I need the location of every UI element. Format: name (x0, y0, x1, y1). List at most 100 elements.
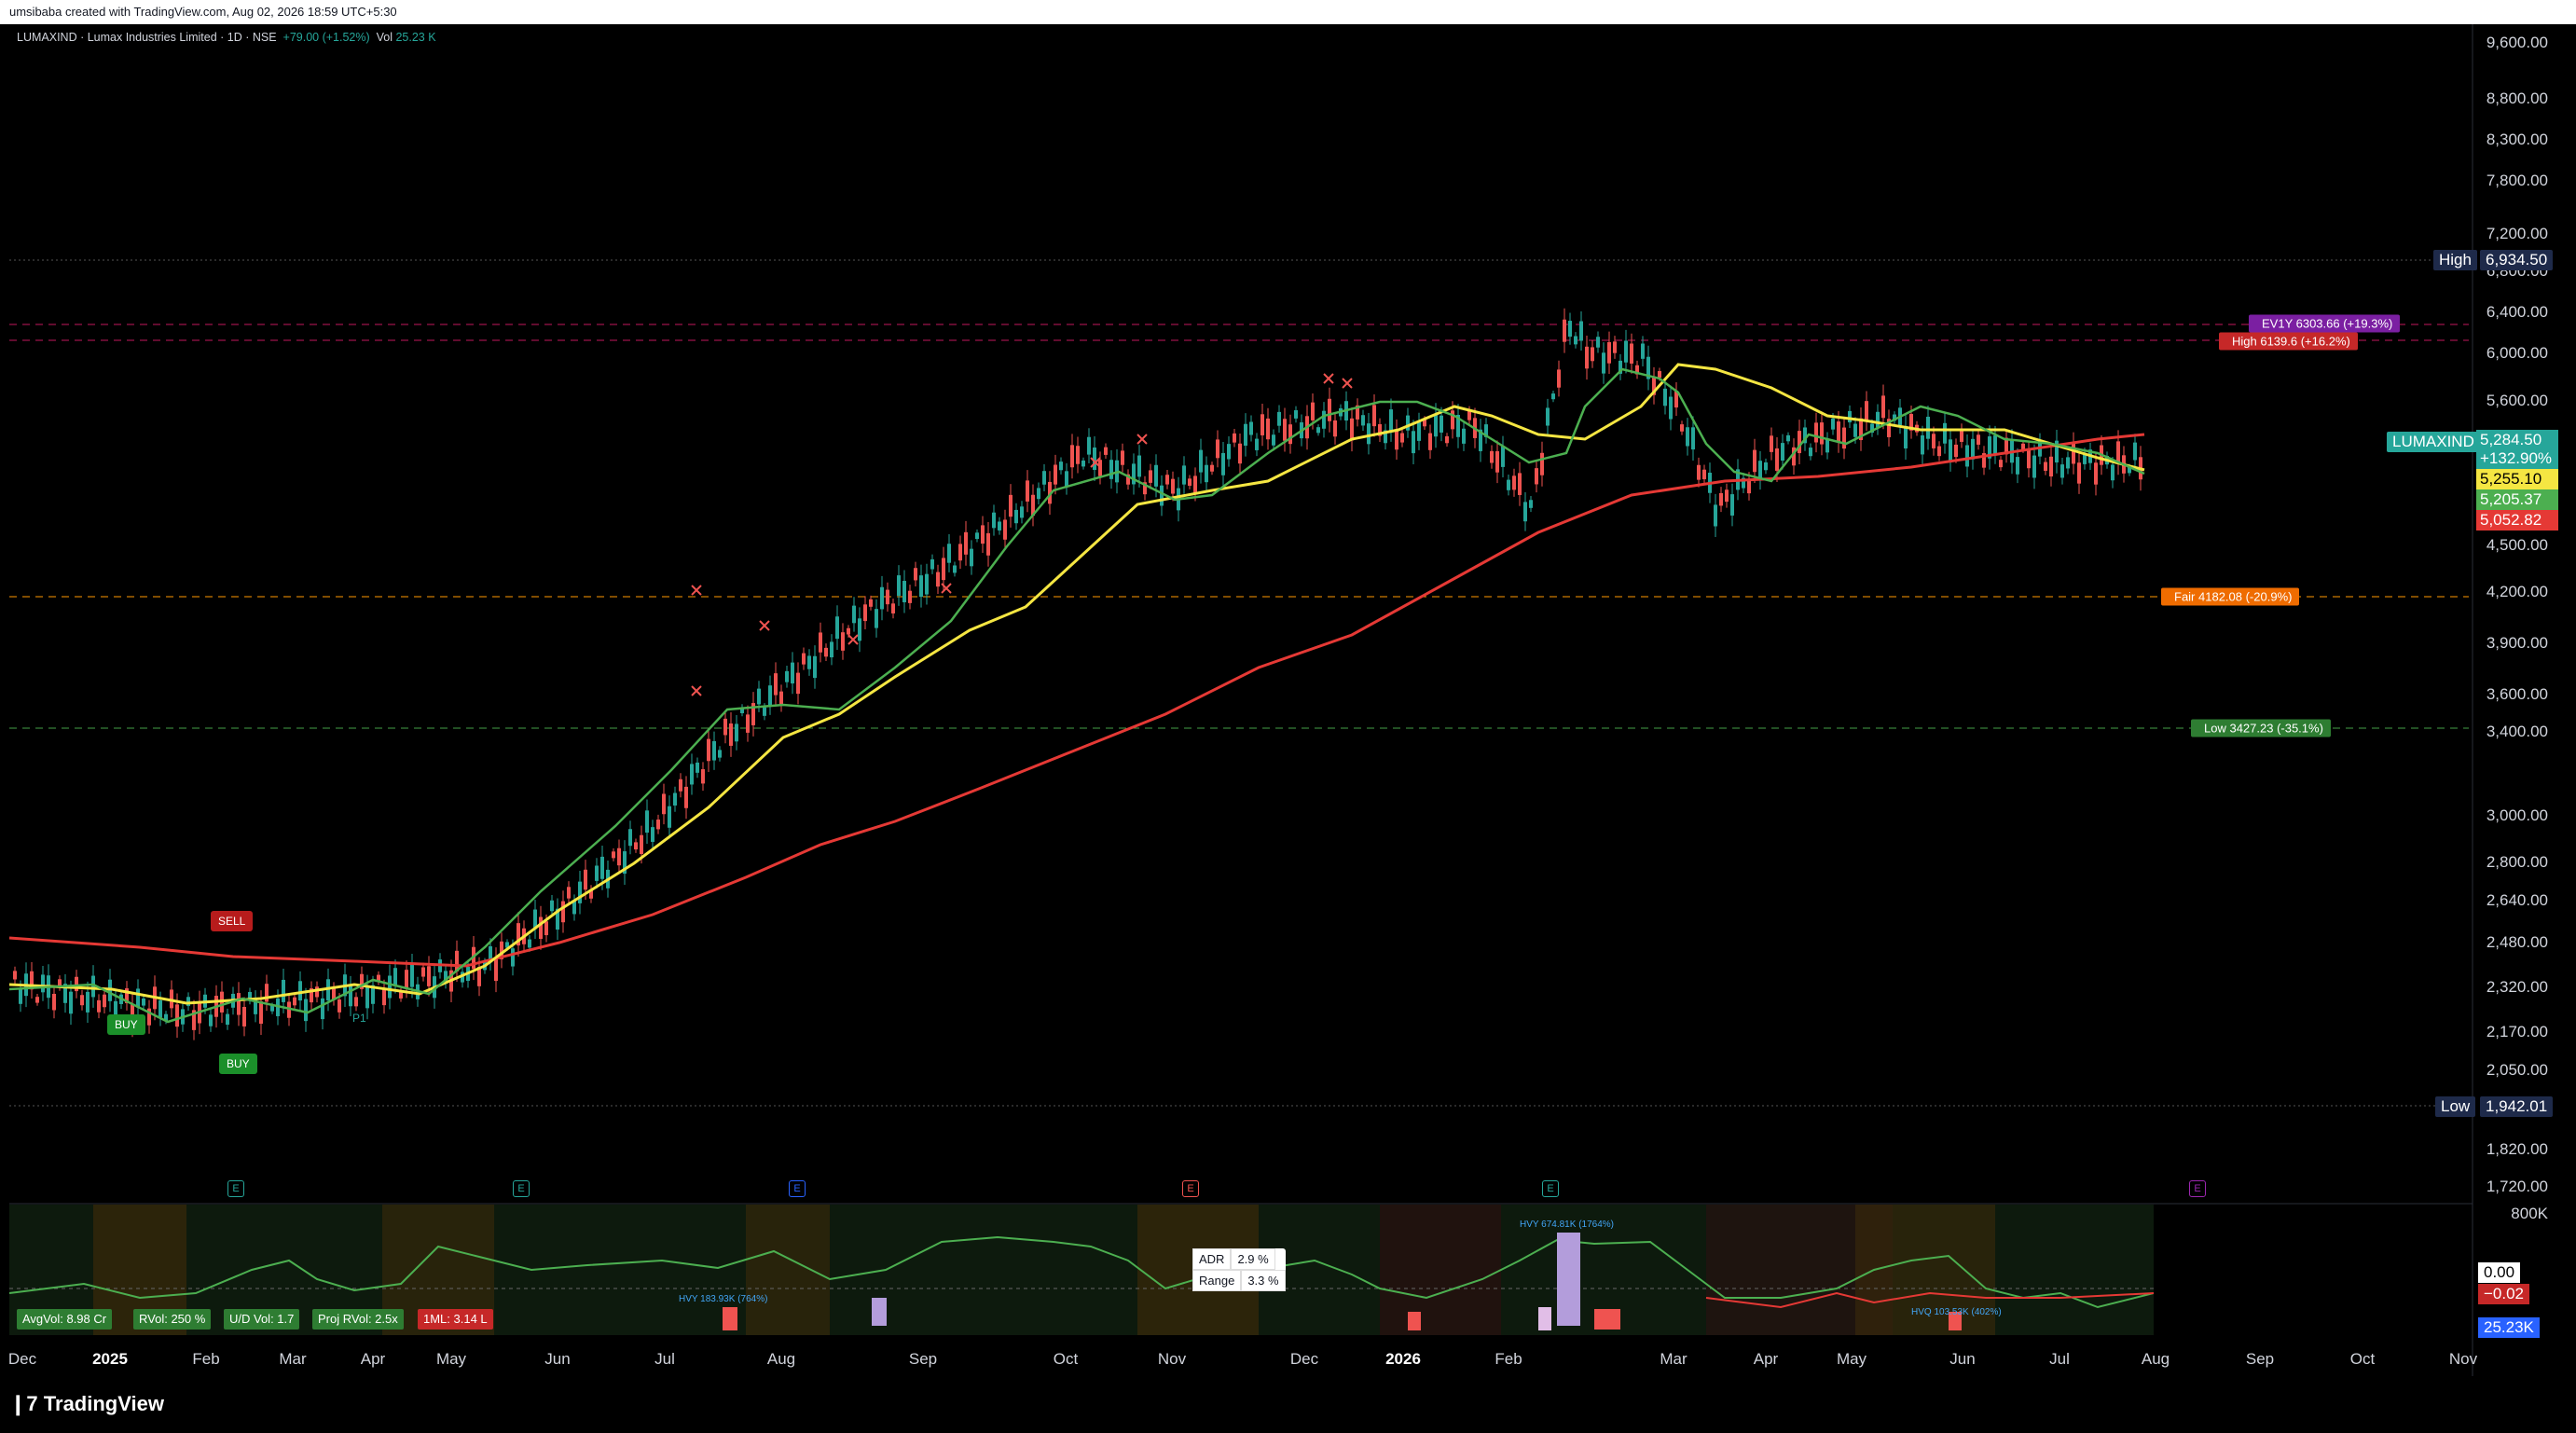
candle-body (1798, 431, 1801, 454)
candle-body (1993, 435, 1997, 455)
p1-label: P1 (352, 1012, 366, 1025)
candle-body (1523, 502, 1527, 522)
candle-body (1434, 414, 1438, 437)
candle-body (1495, 450, 1499, 473)
candle-body (321, 998, 324, 1020)
candle-body (1613, 341, 1617, 353)
candle-body (1775, 448, 1779, 471)
ma-yellow-tag: 5,255.10 (2476, 469, 2558, 489)
candle-body (1076, 446, 1080, 464)
candle-body (1389, 409, 1393, 432)
candle-body (975, 532, 979, 540)
candle-body (2060, 464, 2064, 478)
candle-body (1171, 478, 1175, 494)
candle-body (1367, 423, 1371, 445)
candle-body (2016, 457, 2019, 475)
candle-body (1400, 433, 1404, 443)
candle-body (1602, 352, 1605, 374)
candle-body (1109, 460, 1113, 479)
candle-body (494, 958, 498, 982)
candle-body (992, 512, 996, 529)
candle-body (970, 548, 973, 567)
candle-body (595, 865, 599, 881)
earnings-badge-2[interactable]: E (513, 1180, 530, 1197)
candle-body (2032, 455, 2036, 478)
candle-body (1014, 509, 1018, 524)
candle-body (964, 531, 968, 555)
candle-body (97, 999, 101, 1013)
candle-body (1188, 478, 1192, 487)
candle-body (701, 769, 705, 784)
tradingview-logo[interactable]: ❙7 TradingView (9, 1392, 164, 1416)
attribution-text: umsibaba created with TradingView.com, A… (9, 5, 397, 19)
time-axis-tick: Jun (1949, 1350, 1976, 1368)
candle-body (1350, 418, 1354, 441)
candle-body (1579, 321, 1583, 341)
earnings-badge-1[interactable]: E (227, 1180, 244, 1197)
candle-body (1540, 452, 1544, 475)
candle-body (528, 939, 531, 948)
candle-body (405, 970, 408, 989)
last-price-tag: 5,284.50 (2476, 430, 2558, 450)
high-level-tag: High 6139.6 (+16.2%) (2219, 332, 2358, 351)
price-chart[interactable] (0, 24, 2576, 1376)
candle-body (696, 762, 699, 773)
candle-body (1965, 445, 1969, 467)
candle-body (365, 985, 369, 1009)
earnings-badge-3[interactable]: E (789, 1180, 806, 1197)
attribution-bar: umsibaba created with TradingView.com, A… (0, 0, 2576, 24)
candle-body (2072, 442, 2075, 464)
candle-body (175, 1004, 179, 1027)
candle-body (1529, 500, 1533, 508)
candle-body (1501, 446, 1505, 467)
price-axis-tick: 2,050.00 (2486, 1061, 2548, 1079)
candle-body (1842, 427, 1846, 449)
candle-body (1227, 444, 1231, 460)
candle-body (2066, 457, 2070, 469)
change-text: +79.00 (+1.52%) (282, 31, 370, 44)
candle-body (1467, 410, 1471, 420)
symbol-text: LUMAXIND · Lumax Industries Limited · 1D… (17, 31, 277, 44)
candle-body (103, 994, 106, 1008)
time-axis-tick: Aug (2141, 1350, 2170, 1368)
candle-body (1691, 427, 1695, 450)
candle-body (902, 581, 906, 603)
candle-body (807, 655, 811, 669)
candle-body (1837, 421, 1840, 443)
candle-body (1417, 421, 1421, 441)
earnings-badge-5[interactable]: E (1542, 1180, 1559, 1197)
candle-body (567, 887, 571, 899)
earnings-badge-6[interactable]: E (2189, 1180, 2206, 1197)
candle-body (1199, 449, 1203, 473)
candle-body (947, 544, 951, 563)
candle-body (388, 975, 392, 999)
candle-body (293, 997, 296, 1006)
symbol-legend[interactable]: LUMAXIND · Lumax Industries Limited · 1D… (17, 31, 436, 44)
earnings-badge-4[interactable]: E (1182, 1180, 1199, 1197)
candle-body (1921, 434, 1924, 455)
candle-body (645, 810, 649, 834)
candle-body (242, 1006, 246, 1027)
candle-body (1020, 506, 1024, 518)
candle-body (1865, 401, 1868, 421)
time-axis-tick: Oct (2349, 1350, 2376, 1368)
ev-level-tag: EV1Y 6303.66 (+19.3%) (2249, 314, 2401, 333)
candle-body (270, 1005, 274, 1012)
candle-body (925, 573, 929, 595)
candle-body (2049, 456, 2053, 477)
candle-body (2027, 449, 2031, 469)
candle-body (875, 609, 878, 628)
time-axis-tick: Aug (766, 1350, 796, 1368)
candle-body (1814, 422, 1818, 443)
price-axis-tick: 3,600.00 (2486, 685, 2548, 703)
candle-body (539, 916, 543, 940)
candle-body (1770, 435, 1773, 452)
candle-body (1825, 438, 1829, 453)
candle-body (1255, 438, 1259, 450)
candle-body (1764, 462, 1768, 471)
candle-body (226, 1013, 229, 1026)
candle-body (824, 647, 828, 657)
candle-body (1876, 411, 1880, 428)
time-axis-tick: Jun (544, 1350, 571, 1368)
candle-body (1087, 436, 1091, 455)
